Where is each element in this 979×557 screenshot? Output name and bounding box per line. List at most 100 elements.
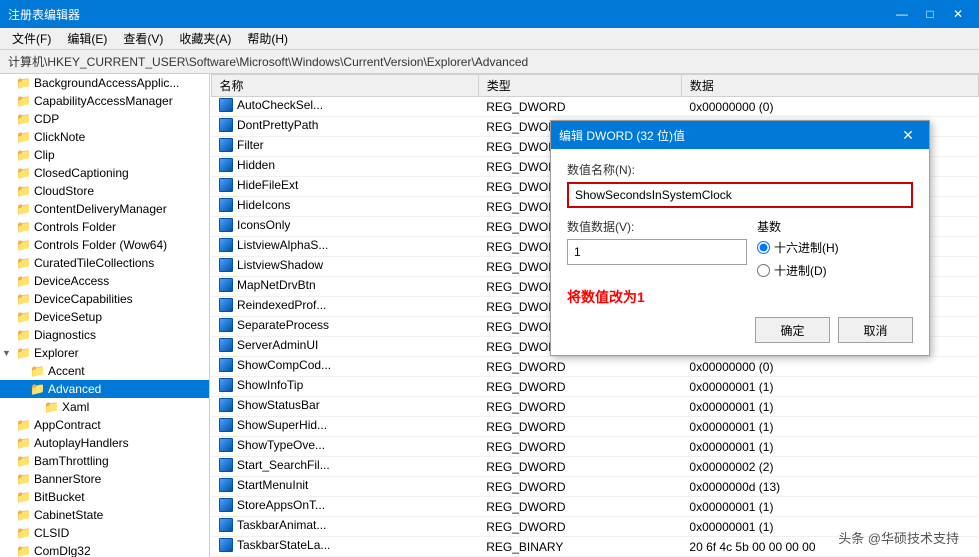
reg-icon-img (219, 418, 233, 432)
reg-name-cell: DontPrettyPath (211, 117, 478, 137)
table-row[interactable]: ShowCompCod... REG_DWORD 0x00000000 (0) (211, 357, 978, 377)
menu-help[interactable]: 帮助(H) (239, 28, 296, 49)
tree-label: Controls Folder (34, 220, 116, 234)
tree-item-cabinetstate[interactable]: 📁 CabinetState (0, 506, 209, 524)
tree-label: ContentDeliveryManager (34, 202, 167, 216)
tree-item-bitbucket[interactable]: 📁 BitBucket (0, 488, 209, 506)
tree-item-devicesetup[interactable]: 📁 DeviceSetup (0, 308, 209, 326)
table-row[interactable]: ShowInfoTip REG_DWORD 0x00000001 (1) (211, 377, 978, 397)
dec-radio[interactable] (757, 264, 770, 277)
tree-item-bannerstore[interactable]: 📁 BannerStore (0, 470, 209, 488)
tree-item-xaml[interactable]: 📁 Xaml (0, 398, 209, 416)
tree-item-cdp[interactable]: 📁 CDP (0, 110, 209, 128)
tree-item-autoplayhandlers[interactable]: 📁 AutoplayHandlers (0, 434, 209, 452)
tree-label: BannerStore (34, 472, 101, 486)
tree-item-bamthrottling[interactable]: 📁 BamThrottling (0, 452, 209, 470)
reg-entry-icon: TaskbarStateLa... (219, 538, 330, 552)
folder-icon: 📁 (16, 526, 31, 540)
reg-icon-img (219, 238, 233, 252)
tree-label: AppContract (34, 418, 101, 432)
table-row[interactable]: ShowTypeOve... REG_DWORD 0x00000001 (1) (211, 437, 978, 457)
table-row[interactable]: StoreAppsOnT... REG_DWORD 0x00000001 (1) (211, 497, 978, 517)
menu-favorites[interactable]: 收藏夹(A) (171, 28, 239, 49)
reg-entry-icon: ShowSuperHid... (219, 418, 327, 432)
reg-type-cell: REG_DWORD (478, 457, 681, 477)
reg-name-cell: ShowCompCod... (211, 357, 478, 377)
tree-label: CabinetState (34, 508, 103, 522)
reg-type-cell: REG_DWORD (478, 377, 681, 397)
reg-icon-img (219, 298, 233, 312)
tree-item-controls-folder-wow64[interactable]: 📁 Controls Folder (Wow64) (0, 236, 209, 254)
table-row[interactable]: ShowSuperHid... REG_DWORD 0x00000001 (1) (211, 417, 978, 437)
reg-entry-icon: StoreAppsOnT... (219, 498, 325, 512)
title-bar: 注册表编辑器 — □ ✕ (0, 0, 979, 28)
tree-item-diagnostics[interactable]: 📁 Diagnostics (0, 326, 209, 344)
reg-name-cell: Filter (211, 137, 478, 157)
tree-item-controls-folder[interactable]: 📁 Controls Folder (0, 218, 209, 236)
maximize-button[interactable]: □ (917, 4, 943, 24)
dialog-title-bar: 编辑 DWORD (32 位)值 ✕ (551, 121, 929, 149)
folder-icon: 📁 (16, 490, 31, 504)
reg-icon-img (219, 198, 233, 212)
reg-entry-icon: ListviewAlphaS... (219, 238, 328, 252)
tree-label: ClosedCaptioning (34, 166, 129, 180)
menu-edit[interactable]: 编辑(E) (59, 28, 115, 49)
edit-dword-dialog[interactable]: 编辑 DWORD (32 位)值 ✕ 数值名称(N): 数值数据(V): 基数 … (550, 120, 930, 356)
tree-item-curatedtilecollections[interactable]: 📁 CuratedTileCollections (0, 254, 209, 272)
reg-name-cell: MapNetDrvBtn (211, 277, 478, 297)
reg-name-cell: ReindexedProf... (211, 297, 478, 317)
reg-type-cell: REG_DWORD (478, 437, 681, 457)
ok-button[interactable]: 确定 (755, 317, 830, 343)
tree-item-devicecapabilities[interactable]: 📁 DeviceCapabilities (0, 290, 209, 308)
menu-file[interactable]: 文件(F) (4, 28, 59, 49)
tree-item-advanced[interactable]: 📁 Advanced (0, 380, 209, 398)
cancel-button[interactable]: 取消 (838, 317, 913, 343)
table-row[interactable]: Start_SearchFil... REG_DWORD 0x00000002 … (211, 457, 978, 477)
table-row[interactable]: ShowStatusBar REG_DWORD 0x00000001 (1) (211, 397, 978, 417)
reg-icon-img (219, 258, 233, 272)
folder-icon: 📁 (16, 310, 31, 324)
close-button[interactable]: ✕ (945, 4, 971, 24)
tree-item-backgroundaccessapplic[interactable]: 📁 BackgroundAccessApplic... (0, 74, 209, 92)
tree-item-comdlg32[interactable]: 📁 ComDlg32 (0, 542, 209, 557)
tree-label: BackgroundAccessApplic... (34, 76, 179, 90)
folder-icon: 📁 (30, 382, 45, 396)
tree-label: CLSID (34, 526, 69, 540)
dec-radio-label[interactable]: 十进制(D) (757, 262, 839, 279)
tree-item-contentdeliverymanager[interactable]: 📁 ContentDeliveryManager (0, 200, 209, 218)
title-bar-text: 注册表编辑器 (8, 6, 80, 23)
tree-item-deviceaccess[interactable]: 📁 DeviceAccess (0, 272, 209, 290)
tree-item-capabilityaccessmanager[interactable]: 📁 CapabilityAccessManager (0, 92, 209, 110)
tree-label: Xaml (62, 400, 89, 414)
hex-radio-text: 十六进制(H) (774, 239, 839, 256)
tree-item-clicknote[interactable]: 📁 ClickNote (0, 128, 209, 146)
name-input[interactable] (567, 182, 913, 208)
value-input[interactable] (567, 239, 747, 265)
value-row: 数值数据(V): 基数 十六进制(H) 十进制(D) (567, 218, 913, 279)
dialog-close-button[interactable]: ✕ (895, 125, 921, 145)
tree-item-accent[interactable]: 📁 Accent (0, 362, 209, 380)
table-row[interactable]: AutoCheckSel... REG_DWORD 0x00000000 (0) (211, 97, 978, 117)
reg-icon-img (219, 138, 233, 152)
minimize-button[interactable]: — (889, 4, 915, 24)
reg-entry-icon: ShowCompCod... (219, 358, 331, 372)
menu-view[interactable]: 查看(V) (115, 28, 171, 49)
hex-radio[interactable] (757, 241, 770, 254)
reg-data-cell: 0x00000001 (1) (681, 417, 978, 437)
reg-name-cell: ListviewShadow (211, 257, 478, 277)
folder-icon: 📁 (16, 238, 31, 252)
tree-item-clsid[interactable]: 📁 CLSID (0, 524, 209, 542)
reg-type-cell: REG_BINARY (478, 537, 681, 557)
reg-entry-icon: SeparateProcess (219, 318, 329, 332)
tree-item-clip[interactable]: 📁 Clip (0, 146, 209, 164)
reg-icon-img (219, 98, 233, 112)
folder-icon: 📁 (16, 94, 31, 108)
tree-item-explorer[interactable]: ▼ 📁 Explorer (0, 344, 209, 362)
tree-item-cloudstore[interactable]: 📁 CloudStore (0, 182, 209, 200)
reg-icon-img (219, 278, 233, 292)
tree-item-closedcaptioning[interactable]: 📁 ClosedCaptioning (0, 164, 209, 182)
tree-item-appcontract[interactable]: 📁 AppContract (0, 416, 209, 434)
reg-entry-icon: StartMenuInit (219, 478, 308, 492)
table-row[interactable]: StartMenuInit REG_DWORD 0x0000000d (13) (211, 477, 978, 497)
hex-radio-label[interactable]: 十六进制(H) (757, 239, 839, 256)
